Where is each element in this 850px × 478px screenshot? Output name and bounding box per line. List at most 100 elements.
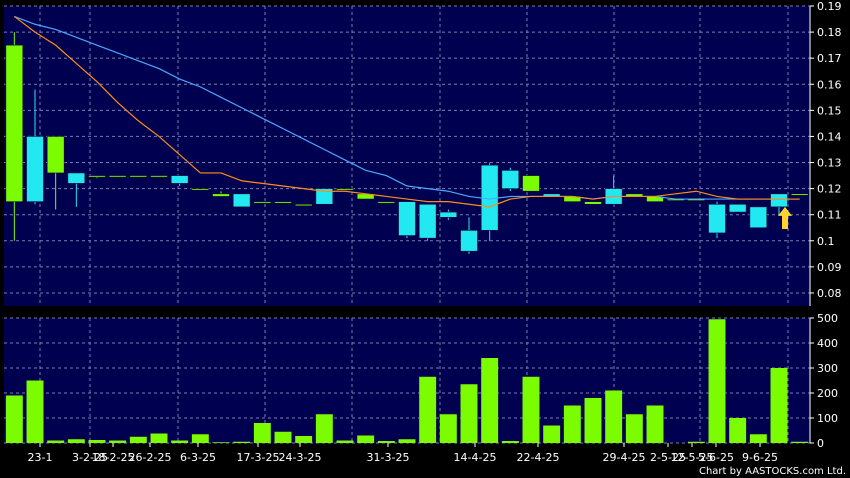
candle-body	[88, 175, 106, 178]
volume-bar	[522, 376, 540, 443]
date-tick-label: 24-3-25	[279, 451, 322, 464]
volume-bar	[171, 440, 189, 443]
volume-bar	[729, 418, 747, 443]
volume-bar	[295, 436, 313, 443]
volume-bar	[646, 405, 664, 443]
candle-body	[150, 175, 168, 178]
price-tick-label: 0.13	[817, 157, 842, 170]
candle-body	[5, 44, 24, 202]
candle-body	[212, 193, 230, 197]
candle-body	[46, 136, 65, 174]
candle-body	[274, 201, 292, 204]
volume-bar	[419, 376, 437, 443]
date-tick-label: 22-4-25	[517, 451, 560, 464]
candle-body	[790, 193, 809, 196]
volume-bar	[150, 433, 168, 443]
price-tick-label: 0.18	[817, 26, 842, 39]
volume-bar	[26, 380, 44, 443]
candle-body	[501, 170, 520, 189]
candle-body	[336, 188, 354, 191]
volume-bar	[315, 414, 333, 443]
price-tick-label: 0.09	[817, 261, 842, 274]
price-tick-label: 0.17	[817, 52, 842, 65]
volume-bar	[501, 441, 519, 443]
candle-body	[460, 230, 478, 252]
volume-tick-label: 500	[817, 312, 838, 325]
volume-tick-label: 300	[817, 362, 838, 375]
candle-body	[522, 175, 540, 192]
volume-bar	[233, 441, 251, 443]
date-tick-label: 29-4-25	[603, 451, 646, 464]
price-tick-label: 0.16	[817, 78, 842, 91]
stock-chart: 0.08 0.09 0.1 0.11 0.12 0.13 0.14 0.15 0.16 0.17 0…	[0, 0, 850, 478]
volume-bar	[770, 368, 788, 443]
volume-bar	[543, 425, 561, 443]
candle-body	[728, 203, 747, 213]
volume-bar	[274, 431, 292, 443]
price-tick-label: 0.11	[817, 209, 842, 222]
volume-bar	[398, 439, 416, 443]
date-tick-label: 17-3-25	[237, 451, 280, 464]
date-tick-label: 26-2-25	[129, 451, 172, 464]
volume-tick-label: 100	[817, 412, 838, 425]
volume-bar	[563, 405, 581, 443]
date-tick-label: 5-6-25	[698, 451, 734, 464]
volume-bar	[357, 435, 375, 443]
chart-credit: Chart by AASTOCKS.com Ltd.	[699, 466, 846, 477]
volume-bar	[605, 390, 623, 443]
date-tick-label: 6-3-25	[180, 451, 216, 464]
candle-body	[108, 175, 127, 178]
date-tick-label: 31-3-25	[367, 451, 410, 464]
volume-bar	[109, 440, 127, 443]
date-tick-label: 23-1	[28, 451, 53, 464]
candle-body	[398, 201, 416, 236]
date-tick-label: 14-4-25	[454, 451, 497, 464]
candle-body	[439, 211, 458, 218]
volume-bar	[460, 384, 478, 443]
price-tick-label: 0.12	[817, 183, 842, 196]
candle-body	[749, 206, 768, 229]
candle-body	[770, 193, 788, 208]
candle-body	[170, 175, 189, 184]
volume-bar	[191, 434, 209, 443]
candle-body	[129, 175, 148, 178]
price-tick-label: 0.15	[817, 104, 842, 117]
volume-bar	[129, 436, 147, 443]
volume-bar	[5, 395, 23, 443]
volume-tick-label: 0	[817, 437, 824, 450]
candle-body	[232, 193, 251, 208]
volume-bar	[47, 440, 65, 443]
volume-bar	[253, 423, 271, 443]
candle-body	[253, 201, 272, 204]
volume-bar	[212, 442, 230, 443]
volume-tick-label: 200	[817, 387, 838, 400]
candle-body	[294, 203, 313, 207]
volume-bar	[625, 414, 643, 443]
price-panel	[4, 6, 810, 306]
volume-panel	[4, 318, 810, 443]
volume-bar	[791, 441, 809, 443]
date-tick-label: 9-6-25	[742, 451, 778, 464]
candle-body	[584, 201, 602, 205]
volume-bar	[584, 398, 602, 443]
candle-body	[26, 136, 44, 202]
price-tick-label: 0.1	[817, 235, 835, 248]
volume-bar	[481, 358, 499, 443]
volume-bar	[336, 440, 354, 443]
volume-bar	[708, 319, 726, 443]
volume-tick-label: 400	[817, 337, 838, 350]
volume-bar	[377, 441, 395, 443]
volume-bar	[439, 414, 457, 443]
candle-body	[191, 188, 210, 191]
volume-bar	[67, 439, 85, 443]
price-tick-label: 0.08	[817, 287, 842, 300]
volume-bar	[687, 441, 705, 443]
volume-bar	[88, 440, 106, 443]
volume-bar	[749, 434, 767, 443]
candle-body	[377, 201, 396, 204]
price-tick-label: 0.19	[817, 0, 842, 13]
candle-body	[708, 203, 726, 234]
candle-body	[67, 172, 86, 184]
price-tick-label: 0.14	[817, 130, 842, 143]
candle-body	[418, 203, 437, 239]
